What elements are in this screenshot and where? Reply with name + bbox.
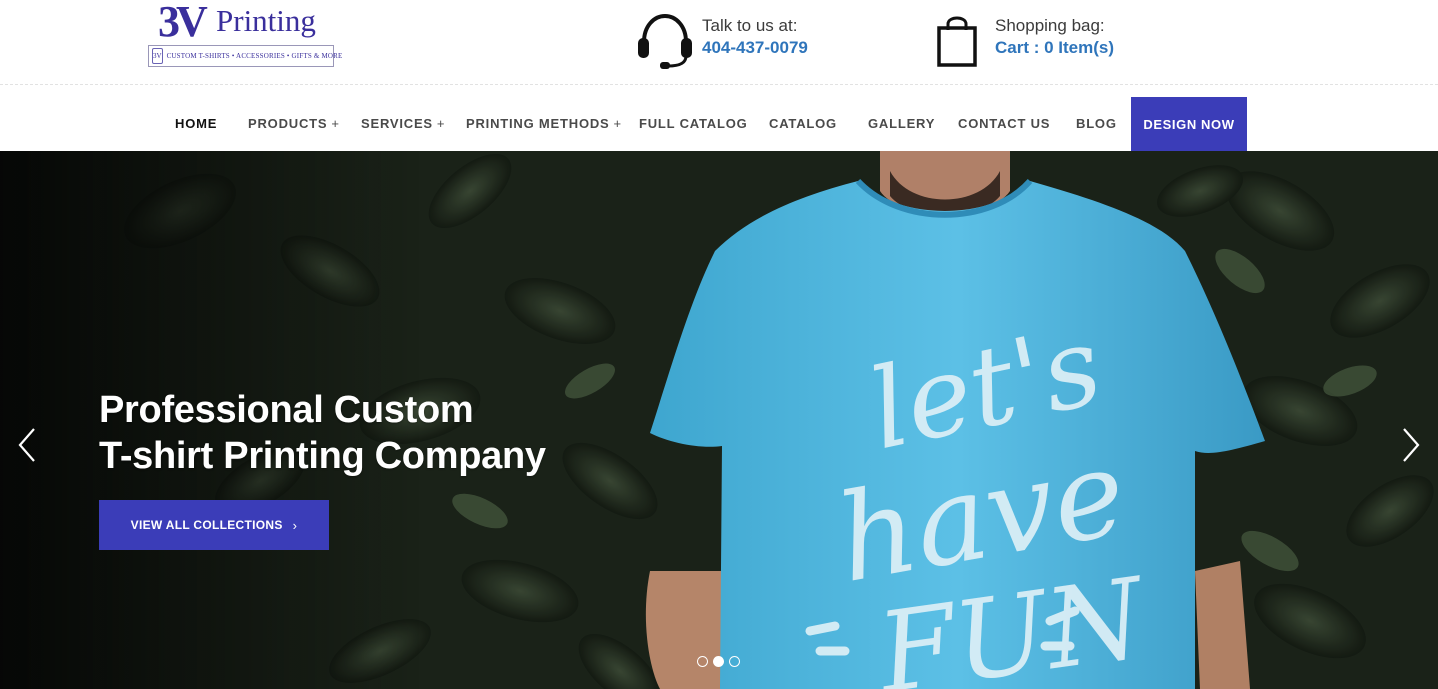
nav-home[interactable]: HOME [175,97,217,151]
contact-phone-link[interactable]: 404-437-0079 [702,36,808,60]
nav-products[interactable]: PRODUCTS + [248,97,340,151]
nav-label: BLOG [1076,116,1117,131]
design-now-button[interactable]: DESIGN NOW [1131,97,1247,151]
nav-label: GALLERY [868,116,936,131]
cart-label: Shopping bag: [995,16,1105,35]
headset-icon [638,13,692,69]
hero-headline: Professional Custom T-shirt Printing Com… [99,387,546,479]
logo-seal-icon: 3V [152,48,163,64]
nav-label: SERVICES [361,116,433,131]
cta-label: VIEW ALL COLLECTIONS [130,518,283,532]
contact-label: Talk to us at: [702,16,798,35]
nav-label: CATALOG [769,116,837,131]
expand-plus-icon: + [436,116,446,131]
slider-dot[interactable] [697,656,708,667]
logo-word: Printing [216,3,316,38]
hero-slider: let's have FUN Professional Custom T-shi… [0,151,1438,689]
nav-label: HOME [175,116,218,131]
slider-pagination [697,656,740,667]
contact-block: Talk to us at: 404-437-0079 [636,12,808,70]
nav-printing-methods[interactable]: PRINTING METHODS + [466,97,622,151]
nav-gallery[interactable]: GALLERY [868,97,935,151]
nav-catalog[interactable]: CATALOG [769,97,837,151]
view-all-collections-button[interactable]: VIEW ALL COLLECTIONS › [99,500,329,550]
nav-blog[interactable]: BLOG [1076,97,1117,151]
slider-dot[interactable] [713,656,724,667]
expand-plus-icon: + [331,116,340,131]
site-logo[interactable]: 3V Printing 3V CUSTOM T-SHIRTS • ACCESSO… [148,0,342,68]
hero-headline-line1: Professional Custom [99,389,474,431]
nav-label: CONTACT US [958,116,1051,131]
logo-tagline-box: 3V CUSTOM T-SHIRTS • ACCESSORIES • GIFTS… [148,45,342,67]
shopping-bag-icon [937,16,977,67]
nav-label: PRINTING METHODS [466,116,610,131]
slider-dot[interactable] [729,656,740,667]
nav-label: PRODUCTS [248,116,328,131]
nav-services[interactable]: SERVICES + [361,97,445,151]
logo-mark: 3V [158,0,208,46]
chevron-right-icon: › [292,517,298,533]
logo-tagline: CUSTOM T-SHIRTS • ACCESSORIES • GIFTS & … [166,52,343,60]
cart-block[interactable]: Shopping bag: Cart : 0 Item(s) [934,12,1114,70]
slider-next-arrow-icon[interactable] [1400,425,1422,465]
expand-plus-icon: + [613,116,622,131]
site-header: 3V Printing 3V CUSTOM T-SHIRTS • ACCESSO… [0,0,1438,85]
nav-label: FULL CATALOG [639,116,748,131]
hero-headline-line2: T-shirt Printing Company [99,435,546,477]
nav-contact-us[interactable]: CONTACT US [958,97,1050,151]
slider-prev-arrow-icon[interactable] [16,425,38,465]
main-nav: HOME PRODUCTS + SERVICES + PRINTING METHOD… [0,86,1438,151]
cart-link[interactable]: Cart : 0 Item(s) [995,36,1114,60]
nav-full-catalog[interactable]: FULL CATALOG [639,97,748,151]
